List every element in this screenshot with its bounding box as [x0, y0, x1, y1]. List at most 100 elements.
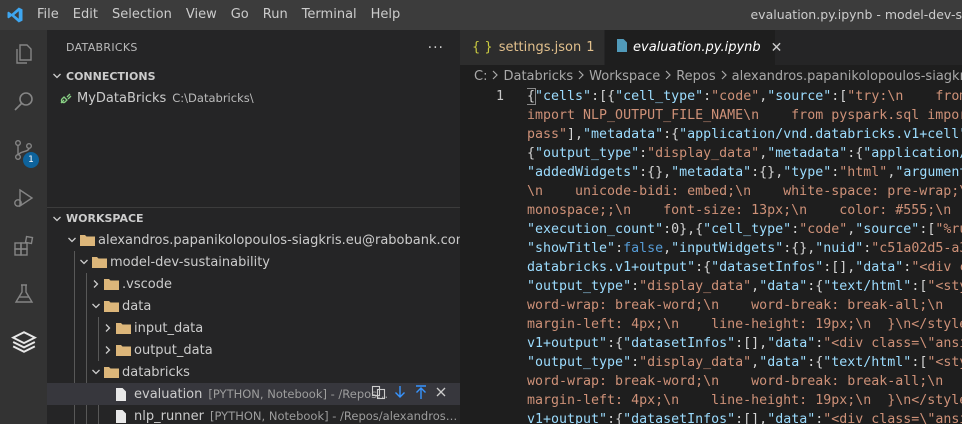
tree-item-data[interactable]: data: [47, 295, 460, 317]
code-token: "c51a02d5-a34e: [871, 241, 962, 256]
code-token: :{},: [751, 165, 784, 180]
code-token: :[: [831, 89, 848, 104]
code-token: v1+output": [527, 412, 608, 424]
problem-count: 1: [586, 40, 595, 55]
code-token: "application/vnd.databricks.v1+cell": [679, 127, 962, 142]
run-debug-icon[interactable]: [0, 174, 47, 222]
code-token: v1+output": [527, 336, 608, 351]
tab-settings-json[interactable]: { } settings.json 1: [460, 30, 605, 65]
code-token: \n unicode-bidi: embed;\n white-space: p…: [527, 184, 962, 199]
code-line: "execution_count":0},{"cell_type":"code"…: [527, 220, 962, 239]
code-line: v1+output":{"datasetInfos":[],"data":"<d…: [527, 410, 962, 424]
close-icon[interactable]: [434, 385, 448, 403]
connections-section-header[interactable]: CONNECTIONS: [47, 65, 460, 87]
window-title: evaluation.py.ipynb - model-dev-s: [750, 7, 962, 22]
code-token: {: [527, 88, 537, 105]
code-token: :{: [695, 260, 712, 275]
download-icon[interactable]: [392, 384, 408, 404]
code-token: :{: [807, 355, 824, 370]
breadcrumb-item[interactable]: alexandros.papanikolopoulos-siagkris.eu@…: [732, 69, 962, 84]
tree-item-description: [PYTHON, Notebook] - /Repos/alexandros.p…: [210, 409, 460, 423]
tree-item-evaluation[interactable]: evaluation [PYTHON, Notebook] - /Repos..…: [47, 383, 460, 405]
connections-title: CONNECTIONS: [66, 69, 156, 83]
folder-icon: [104, 278, 122, 290]
chevron-right-icon: [100, 345, 116, 355]
databricks-icon[interactable]: [0, 318, 47, 366]
code-token: "text/html": [823, 279, 912, 294]
menu-edit[interactable]: Edit: [66, 0, 105, 30]
code-token: :0},{: [663, 222, 704, 237]
code-token: :[: [911, 355, 928, 370]
code-token: "arguments": [895, 165, 962, 180]
code-token: "data": [759, 355, 808, 370]
folder-icon: [116, 344, 134, 356]
code-line: \n unicode-bidi: embed;\n white-space: p…: [527, 182, 962, 201]
code-token: :: [631, 355, 640, 370]
code-token: :: [791, 222, 800, 237]
tab-label: evaluation.py.ipynb: [633, 40, 761, 55]
connection-item[interactable]: MyDataBricks C:\Databricks\: [47, 87, 460, 109]
tree-item-label: evaluation: [134, 386, 203, 402]
code-line: v1+output":{"datasetInfos":[],"data":"<d…: [527, 334, 962, 353]
menu-help[interactable]: Help: [364, 0, 408, 30]
code-token: "display_data": [639, 279, 752, 294]
more-actions-icon[interactable]: ···: [428, 40, 444, 56]
workspace-title: WORKSPACE: [66, 212, 144, 225]
extensions-icon[interactable]: [0, 222, 47, 270]
tree-item-user-folder[interactable]: alexandros.papanikolopoulos-siagkris.eu@…: [47, 229, 468, 251]
code-token: "code": [711, 89, 760, 104]
menu-terminal[interactable]: Terminal: [295, 0, 364, 30]
code-token: word-wrap: break-word;\n word-break: bre…: [527, 374, 962, 389]
connection-name: MyDataBricks: [77, 90, 167, 106]
menu-go[interactable]: Go: [224, 0, 256, 30]
breadcrumb-item[interactable]: Workspace: [589, 69, 660, 84]
code-line: "output_type":"display_data","data":{"te…: [527, 277, 962, 296]
menu-view[interactable]: View: [179, 0, 224, 30]
search-icon[interactable]: [0, 78, 47, 126]
explorer-icon[interactable]: [0, 30, 47, 78]
compare-icon[interactable]: [371, 384, 387, 404]
menu-selection[interactable]: Selection: [105, 0, 179, 30]
upload-icon[interactable]: [413, 384, 429, 404]
code-token: :{: [607, 336, 624, 351]
menu-file[interactable]: File: [30, 0, 66, 30]
row-actions: [371, 383, 448, 405]
tree-item-input-data[interactable]: input_data: [47, 317, 460, 339]
json-icon: { }: [472, 40, 493, 55]
code-token: :[],: [735, 412, 768, 424]
code-token: :{: [607, 412, 624, 424]
tree-item-nlp-runner[interactable]: nlp_runner [PYTHON, Notebook] - /Repos/a…: [47, 405, 460, 424]
breadcrumb-item[interactable]: C:: [474, 69, 487, 84]
close-tab-icon[interactable]: ✕: [771, 40, 783, 56]
title-bar: File Edit Selection View Go Run Terminal…: [0, 0, 962, 30]
vscode-logo-icon[interactable]: [0, 0, 30, 30]
code-token: "%run: [935, 222, 962, 237]
tree-item-vscode[interactable]: .vscode: [47, 273, 460, 295]
code-token: :{: [807, 279, 824, 294]
code-token: "output_type": [527, 355, 632, 370]
activity-bar: 1: [0, 30, 47, 424]
folder-icon: [92, 256, 110, 268]
tree-item-output-data[interactable]: output_data: [47, 339, 460, 361]
workspace-section-header[interactable]: WORKSPACE: [47, 207, 460, 229]
code-line: "addedWidgets":{},"metadata":{},"type":"…: [527, 163, 962, 182]
code-editor[interactable]: 1 {"cells":[{"cell_type":"code","source"…: [460, 87, 962, 424]
tree-item-model-dev-sustainability[interactable]: model-dev-sustainability: [47, 251, 460, 273]
breadcrumb-item[interactable]: Repos: [676, 69, 715, 84]
code-token: "application/vnd: [863, 146, 962, 161]
code-line: import NLP_OUTPUT_FILE_NAME\n from pyspa…: [527, 106, 962, 125]
code-token: ,: [663, 241, 672, 256]
code-token: ,: [751, 355, 760, 370]
flask-icon[interactable]: [0, 270, 47, 318]
breadcrumb-item[interactable]: Databricks: [503, 69, 573, 84]
code-token: import NLP_OUTPUT_FILE_NAME\n from pyspa…: [527, 108, 962, 123]
tree-item-databricks[interactable]: databricks: [47, 361, 460, 383]
code-token: "<style: [927, 355, 962, 370]
menu-run[interactable]: Run: [256, 0, 295, 30]
code-token: "nuid": [815, 241, 864, 256]
source-control-icon[interactable]: 1: [0, 126, 47, 174]
code-token: "metadata": [583, 127, 664, 142]
tree-item-label: output_data: [134, 342, 213, 358]
code-content[interactable]: {"cells":[{"cell_type":"code","source":[…: [527, 87, 962, 424]
tab-evaluation-ipynb[interactable]: evaluation.py.ipynb ✕: [605, 30, 782, 65]
